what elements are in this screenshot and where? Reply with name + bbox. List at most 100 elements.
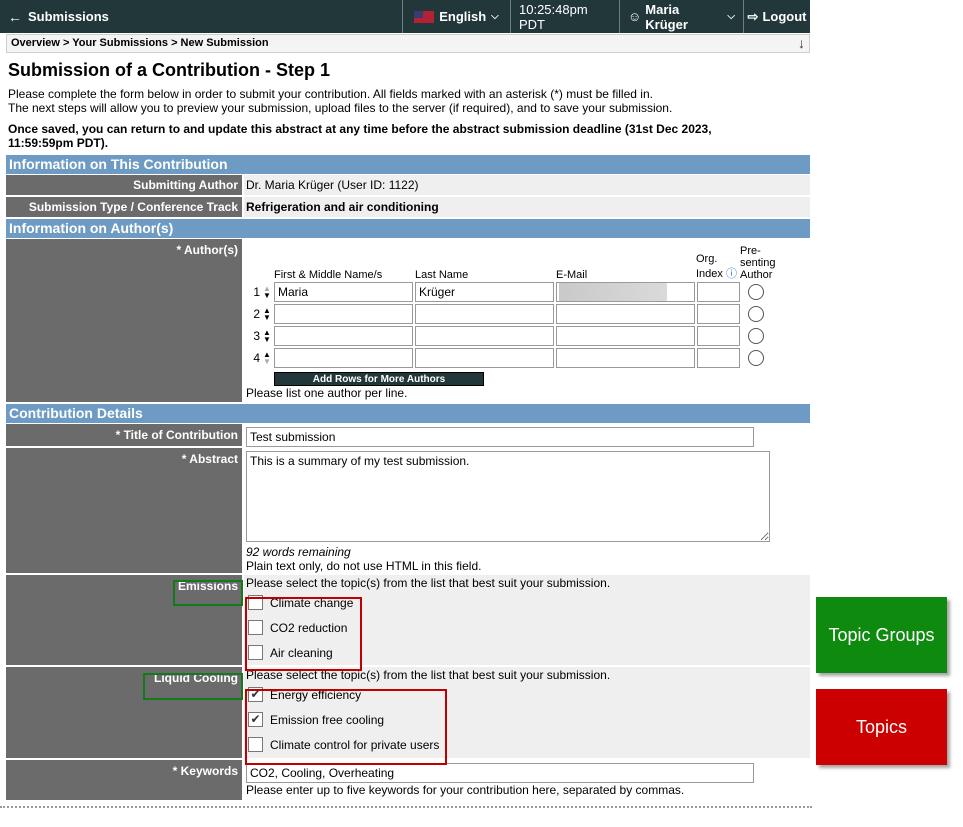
author-org-index-input[interactable] — [697, 282, 740, 302]
logout-icon: ⇨ — [747, 8, 759, 24]
title-row: * Title of Contribution — [6, 424, 810, 448]
col-email: E-Mail — [556, 269, 588, 281]
title-cell — [244, 424, 810, 447]
abstract-label: * Abstract — [6, 448, 244, 573]
authors-table: First & Middle Name/s Last Name E-Mail O… — [244, 239, 810, 402]
author-email-input[interactable] — [556, 326, 695, 346]
language-selector[interactable]: English ⌵ — [402, 0, 510, 33]
reorder-arrows-icon[interactable]: ▲ ▼ — [260, 285, 274, 300]
keywords-input[interactable] — [246, 763, 754, 783]
title-input[interactable] — [246, 427, 754, 447]
author-last-name-input[interactable] — [415, 304, 554, 324]
author-first-name-input[interactable] — [274, 282, 413, 302]
page-title: Submission of a Contribution - Step 1 — [8, 60, 330, 80]
presenting-author-radio[interactable] — [748, 284, 764, 300]
keywords-hint: Please enter up to five keywords for you… — [246, 783, 685, 797]
section-header-info: Information on This Contribution — [6, 155, 810, 175]
submitting-author-row: Submitting Author Dr. Maria Krüger (User… — [6, 175, 810, 197]
top-navigation-bar: ← Submissions English ⌵ 10:25:48pm PDT ☺… — [0, 0, 810, 33]
user-menu[interactable]: ☺ Maria Krüger ⌵ — [619, 0, 743, 33]
author-row: 4 ▲ ▼ — [246, 347, 808, 369]
back-label: Submissions — [28, 9, 109, 24]
language-label: English — [439, 9, 487, 24]
author-org-index-input[interactable] — [697, 326, 740, 346]
reorder-arrows-icon[interactable]: ▲ ▼ — [260, 351, 274, 366]
submission-type-value: Refrigeration and air conditioning — [244, 197, 810, 217]
author-row: 2 ▲ ▼ — [246, 303, 808, 325]
author-email-input[interactable] — [556, 282, 695, 302]
authors-label: * Author(s) — [6, 239, 244, 402]
presenting-author-radio[interactable] — [748, 350, 764, 366]
author-row-number: 2 — [253, 307, 260, 321]
abstract-row: * Abstract This is a summary of my test … — [6, 448, 810, 575]
intro-line-1: Please complete the form below in order … — [8, 87, 653, 101]
presenting-author-radio[interactable] — [748, 306, 764, 322]
keywords-row: * Keywords Please enter up to five keywo… — [6, 760, 810, 802]
torn-page-edge — [0, 806, 812, 827]
author-org-index-input[interactable] — [697, 348, 740, 368]
author-row: 1 ▲ ▼ — [246, 281, 808, 303]
title-label: * Title of Contribution — [6, 424, 244, 446]
server-time: 10:25:48pm PDT — [510, 0, 619, 33]
author-first-name-input[interactable] — [274, 326, 413, 346]
author-row-number: 1 — [253, 285, 260, 299]
submission-type-row: Submission Type / Conference Track Refri… — [6, 197, 810, 219]
authors-hint: Please list one author per line. — [246, 386, 408, 400]
emissions-row: Emissions Please select the topic(s) fro… — [6, 575, 810, 667]
author-email-input[interactable] — [556, 304, 695, 324]
callout-topics: Topics — [816, 689, 947, 765]
user-name: Maria Krüger — [645, 1, 688, 32]
abstract-cell: This is a summary of my test submission.… — [244, 448, 810, 573]
abstract-hint: Plain text only, do not use HTML in this… — [246, 559, 482, 573]
arrow-down-icon[interactable]: ↓ — [798, 35, 805, 51]
words-remaining: 92 words remaining — [246, 545, 351, 559]
presenting-author-radio[interactable] — [748, 328, 764, 344]
author-last-name-input[interactable] — [415, 282, 554, 302]
author-org-index-input[interactable] — [697, 304, 740, 324]
intro-line-2: The next steps will allow you to preview… — [8, 101, 673, 115]
author-last-name-input[interactable] — [415, 348, 554, 368]
help-icon[interactable]: ⓘ — [726, 268, 737, 280]
topic-group-highlight-liquid-cooling — [143, 673, 243, 700]
author-first-name-input[interactable] — [274, 348, 413, 368]
chevron-down-icon: ⌵ — [727, 11, 735, 22]
topics-highlight-emissions — [245, 597, 362, 671]
col-last-name: Last Name — [415, 269, 469, 281]
user-icon: ☺ — [628, 9, 642, 24]
reorder-arrows-icon[interactable]: ▲ ▼ — [260, 329, 274, 344]
authors-header: First & Middle Name/s Last Name E-Mail O… — [246, 239, 808, 281]
arrow-left-icon: ← — [8, 8, 22, 25]
intro-text: Please complete the form below in order … — [8, 87, 768, 115]
keywords-label: * Keywords — [6, 760, 244, 800]
topics-highlight-liquid-cooling — [245, 689, 447, 765]
logout-button[interactable]: ⇨ Logout — [743, 0, 810, 33]
us-flag-icon — [414, 10, 435, 23]
section-header-authors: Information on Author(s) — [6, 219, 810, 239]
add-author-rows-button[interactable]: Add Rows for More Authors — [274, 372, 484, 386]
submitting-author-label: Submitting Author — [6, 175, 244, 195]
deadline-notice: Once saved, you can return to and update… — [8, 122, 712, 150]
back-to-submissions-button[interactable]: ← Submissions — [0, 0, 109, 33]
callout-topic-groups: Topic Groups — [816, 597, 947, 673]
section-header-details: Contribution Details — [6, 404, 810, 424]
submitting-author-value: Dr. Maria Krüger (User ID: 1122) — [244, 175, 810, 195]
keywords-cell: Please enter up to five keywords for you… — [244, 760, 810, 800]
reorder-arrows-icon[interactable]: ▲ ▼ — [260, 307, 274, 322]
author-row-number: 3 — [253, 329, 260, 343]
author-rows: 1▲▼2▲▼3▲▼4▲▼ — [246, 281, 808, 369]
chevron-down-icon: ⌵ — [491, 11, 499, 22]
abstract-textarea[interactable]: This is a summary of my test submission. — [246, 451, 770, 542]
author-row: 3 ▲ ▼ — [246, 325, 808, 347]
author-first-name-input[interactable] — [274, 304, 413, 324]
author-email-input[interactable] — [556, 348, 695, 368]
author-row-number: 4 — [253, 351, 260, 365]
breadcrumb-text[interactable]: Overview > Your Submissions > New Submis… — [11, 37, 269, 49]
topic-group-highlight-emissions — [173, 580, 243, 606]
breadcrumb: Overview > Your Submissions > New Submis… — [6, 34, 810, 53]
submission-type-label: Submission Type / Conference Track — [6, 197, 244, 217]
authors-row: * Author(s) First & Middle Name/s Last N… — [6, 239, 810, 404]
col-first-name: First & Middle Name/s — [274, 269, 383, 281]
col-org-index: Org. Index ⓘ — [696, 253, 737, 280]
col-presenting-author: Pre-senting Author — [740, 245, 776, 281]
author-last-name-input[interactable] — [415, 326, 554, 346]
